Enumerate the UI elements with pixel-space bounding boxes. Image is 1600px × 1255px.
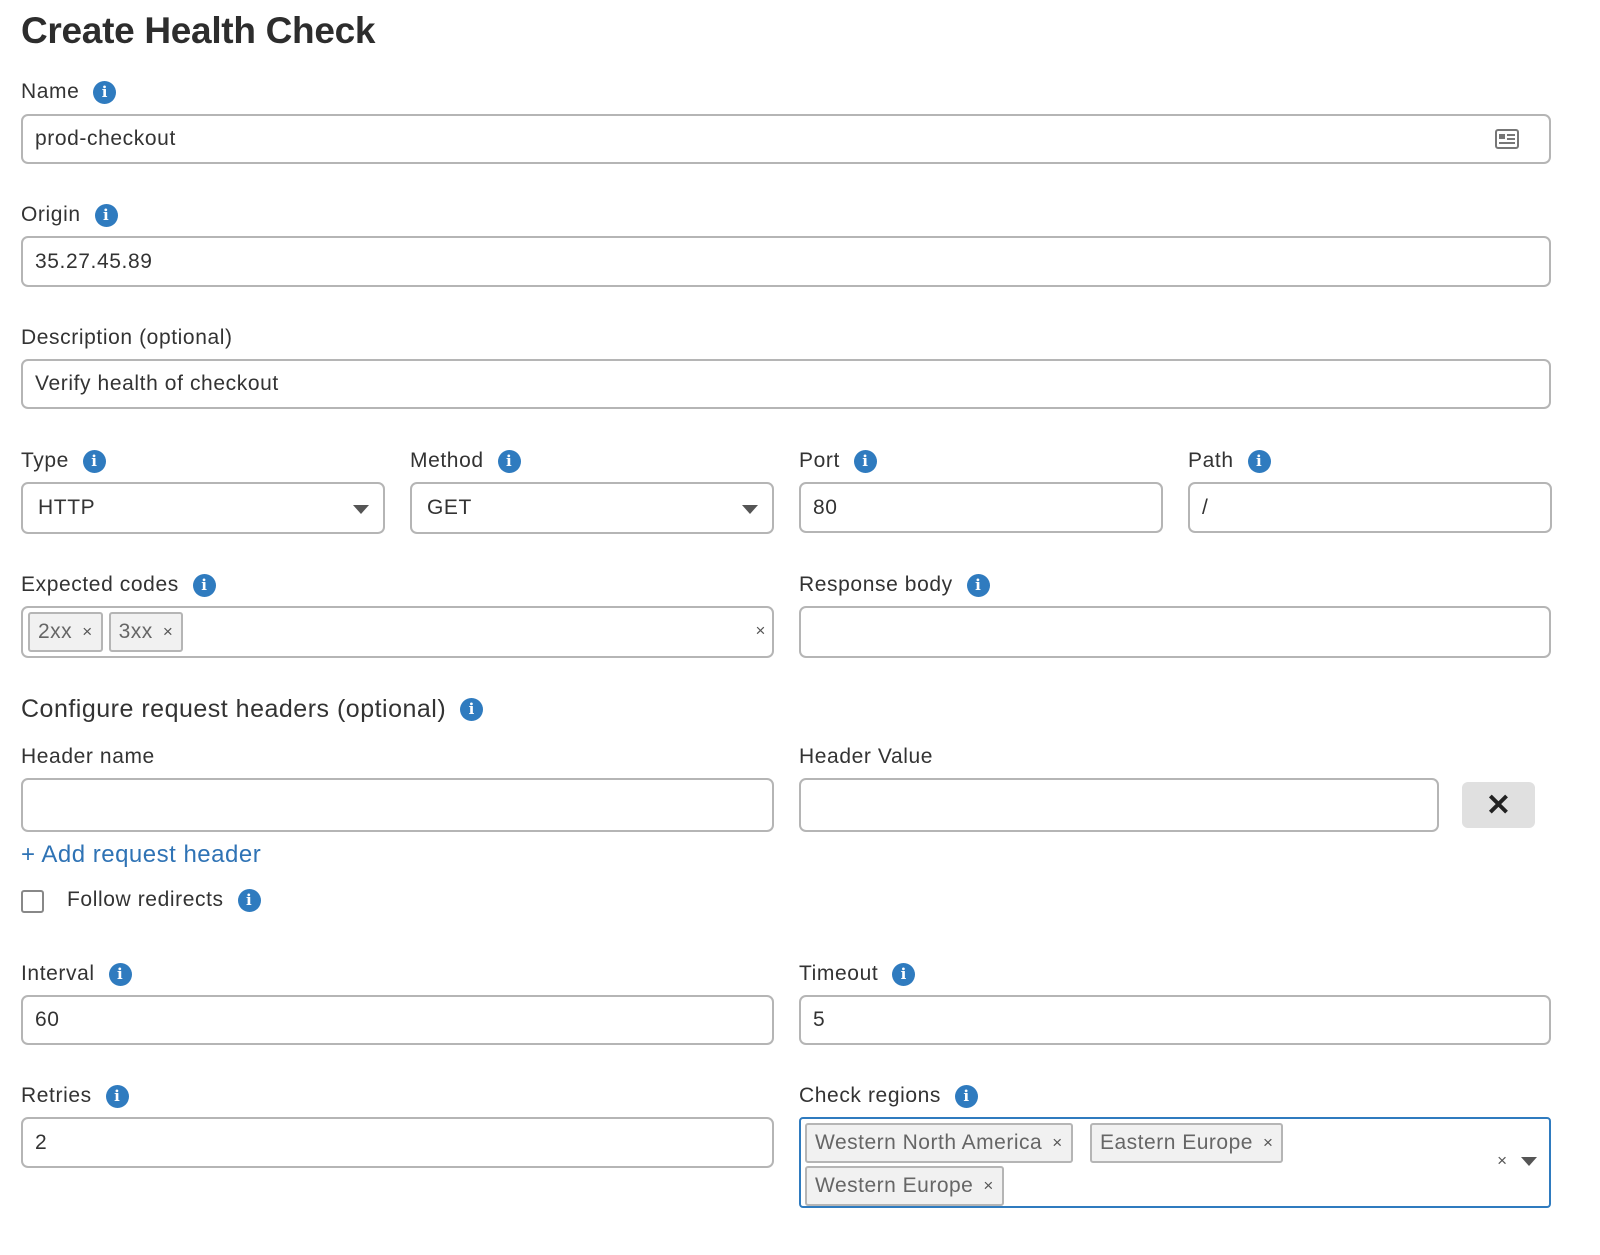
description-input-value: Verify health of checkout <box>35 372 279 395</box>
close-icon: ✕ <box>1485 788 1512 822</box>
expected-codes-multiselect[interactable]: 2xx × 3xx × × <box>21 606 774 658</box>
info-icon[interactable]: i <box>966 573 990 597</box>
clear-all-icon[interactable]: × <box>755 621 766 641</box>
check-regions-multiselect[interactable]: Western North America × Eastern Europe ×… <box>799 1117 1551 1208</box>
retries-input-value: 2 <box>35 1130 48 1154</box>
remove-chip-icon[interactable]: × <box>163 622 173 642</box>
timeout-input[interactable]: 5 <box>799 995 1551 1045</box>
follow-redirects-label: Follow redirects <box>67 888 224 911</box>
remove-chip-icon[interactable]: × <box>983 1176 993 1196</box>
info-icon[interactable]: i <box>237 888 261 912</box>
description-label: Description (optional) <box>21 326 233 349</box>
caret-down-icon[interactable] <box>1521 1157 1537 1166</box>
method-label-row: Method i <box>410 447 521 475</box>
origin-label-row: Origin i <box>21 201 118 229</box>
caret-down-icon <box>742 505 758 514</box>
header-name-input[interactable] <box>21 778 774 832</box>
method-select[interactable]: GET <box>410 482 774 534</box>
chip-label: Eastern Europe <box>1100 1131 1253 1154</box>
method-select-value: GET <box>427 496 472 519</box>
retries-input[interactable]: 2 <box>21 1117 774 1168</box>
header-name-label: Header name <box>21 745 155 768</box>
info-icon[interactable]: i <box>93 80 117 104</box>
type-select-value: HTTP <box>38 496 96 519</box>
retries-label: Retries <box>21 1084 92 1107</box>
chip-label: Western Europe <box>815 1174 974 1197</box>
interval-input[interactable]: 60 <box>21 995 774 1045</box>
origin-input-value: 35.27.45.89 <box>35 249 153 273</box>
info-icon[interactable]: i <box>105 1084 129 1108</box>
name-label: Name <box>21 80 80 103</box>
follow-redirects-checkbox[interactable] <box>21 890 44 913</box>
timeout-label: Timeout <box>799 962 879 985</box>
path-label: Path <box>1188 449 1234 472</box>
timeout-label-row: Timeout i <box>799 960 916 988</box>
response-body-label: Response body <box>799 573 953 596</box>
origin-input[interactable]: 35.27.45.89 <box>21 236 1551 287</box>
region-chip: Western North America × <box>805 1123 1073 1163</box>
expected-code-chip: 3xx × <box>108 612 184 652</box>
response-body-input[interactable] <box>799 606 1551 658</box>
info-icon[interactable]: i <box>108 962 132 986</box>
description-input[interactable]: Verify health of checkout <box>21 359 1551 409</box>
info-icon[interactable]: i <box>955 1084 979 1108</box>
caret-down-icon <box>353 505 369 514</box>
info-icon[interactable]: i <box>94 203 118 227</box>
path-label-row: Path i <box>1188 447 1271 475</box>
remove-chip-icon[interactable]: × <box>1052 1133 1062 1153</box>
remove-header-button[interactable]: ✕ <box>1462 782 1535 828</box>
header-value-label-row: Header Value <box>799 743 933 771</box>
header-name-label-row: Header name <box>21 743 155 771</box>
follow-redirects-label-row: Follow redirects i <box>67 886 261 914</box>
check-regions-label-row: Check regions i <box>799 1082 979 1110</box>
name-label-row: Name i <box>21 78 117 106</box>
interval-label-row: Interval i <box>21 960 132 988</box>
interval-label: Interval <box>21 962 95 985</box>
remove-chip-icon[interactable]: × <box>1263 1133 1273 1153</box>
info-icon[interactable]: i <box>82 449 106 473</box>
remove-chip-icon[interactable]: × <box>82 622 92 642</box>
port-label-row: Port i <box>799 447 877 475</box>
chip-label: Western North America <box>815 1131 1043 1154</box>
name-input-value: prod-checkout <box>35 127 176 150</box>
retries-label-row: Retries i <box>21 1082 129 1110</box>
port-label: Port <box>799 449 840 472</box>
header-value-label: Header Value <box>799 745 934 768</box>
type-label-row: Type i <box>21 447 106 475</box>
info-icon[interactable]: i <box>1247 449 1271 473</box>
timeout-input-value: 5 <box>813 1008 826 1031</box>
port-input-value: 80 <box>813 495 838 519</box>
path-input-value: / <box>1202 495 1209 519</box>
add-request-header-link[interactable]: + Add request header <box>21 841 261 869</box>
name-input[interactable]: prod-checkout <box>21 114 1551 164</box>
info-icon[interactable]: i <box>892 962 916 986</box>
response-body-label-row: Response body i <box>799 571 990 599</box>
type-select[interactable]: HTTP <box>21 482 385 534</box>
port-input[interactable]: 80 <box>799 482 1163 533</box>
request-headers-title: Configure request headers (optional) <box>21 695 447 723</box>
info-icon[interactable]: i <box>853 449 877 473</box>
info-icon[interactable]: i <box>460 698 484 721</box>
region-chip: Eastern Europe × <box>1090 1123 1284 1163</box>
description-label-row: Description (optional) <box>21 324 233 352</box>
interval-input-value: 60 <box>35 1008 60 1031</box>
expected-codes-label-row: Expected codes i <box>21 571 216 599</box>
request-headers-section: Configure request headers (optional) i <box>21 695 484 724</box>
expected-codes-label: Expected codes <box>21 573 179 596</box>
method-label: Method <box>410 449 484 472</box>
expected-code-chip: 2xx × <box>28 612 103 652</box>
contact-card-icon[interactable] <box>1495 129 1519 149</box>
type-label: Type <box>21 449 69 472</box>
path-input[interactable]: / <box>1188 482 1552 533</box>
page-title: Create Health Check <box>21 10 376 51</box>
header-value-input[interactable] <box>799 778 1439 832</box>
region-chip: Western Europe × <box>805 1166 1004 1206</box>
chip-label: 2xx <box>38 620 73 643</box>
info-icon[interactable]: i <box>497 449 521 473</box>
info-icon[interactable]: i <box>192 573 216 597</box>
clear-all-icon[interactable]: × <box>1497 1151 1507 1171</box>
origin-label: Origin <box>21 203 81 226</box>
chip-label: 3xx <box>118 620 153 643</box>
check-regions-label: Check regions <box>799 1084 942 1107</box>
